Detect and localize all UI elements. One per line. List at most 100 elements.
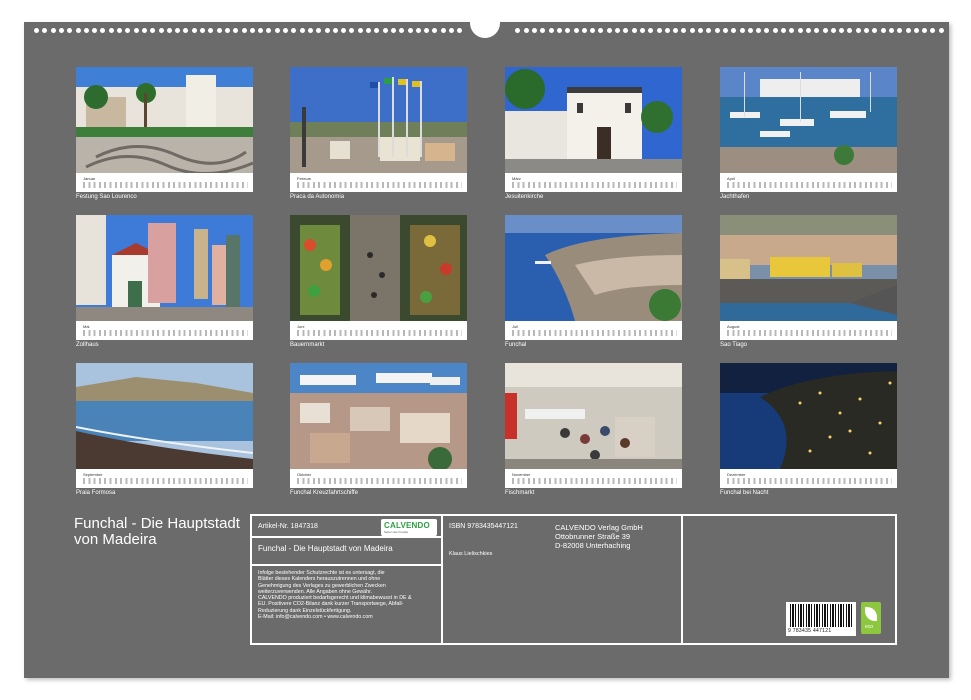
binding-hole [208,28,214,33]
binding-hole [830,28,836,33]
month-name: Juni [297,324,305,329]
day-numbers [297,330,462,336]
binding-hole [407,28,413,33]
binding-hole [573,28,579,33]
day-numbers [297,182,462,188]
legal-notice: Infolge bestehender Schutzrechte ist es … [258,570,438,620]
binding-hole [241,28,247,33]
day-numbers [512,330,677,336]
binding-hole [390,28,396,33]
binding-hole [283,28,288,33]
binding-hole [623,28,629,33]
binding-hole [58,28,64,33]
binding-hole [332,28,338,33]
binding-hole [864,28,869,33]
binding-hole [191,28,197,33]
binding-hole [374,28,380,33]
article-number: Artikel-Nr. 1847318 [258,523,318,530]
binding-hole [565,28,571,33]
eco-label: eco [865,624,874,630]
binding-hole [681,28,687,33]
calendar-grid: September [76,469,253,488]
photo-fort-yellow [720,215,897,321]
binding-hole [606,28,612,33]
month-name: August [727,324,740,329]
publisher-name: CALVENDO Verlag GmbH [555,523,643,532]
binding-hole [399,28,405,33]
leaf-icon [865,607,877,621]
binding-hole [797,28,803,33]
binding-hole [158,28,164,33]
divider [252,536,441,538]
calendar-grid: Dezember [720,469,897,488]
binding-hole [258,28,264,33]
month-panel-juli: Juli Funchal [505,215,682,348]
photo-fishmarket [505,363,682,469]
binding-hole [449,28,454,33]
binding-hole [457,28,463,33]
binding-hole [789,28,795,33]
divider [252,564,441,566]
binding-hole [756,28,762,33]
legal-line: E-Mail: info@calvendo.com • www.calvendo… [258,614,373,621]
binding-hole [515,28,521,33]
binding-hole [440,28,446,33]
binding-hole [772,28,778,33]
day-numbers [727,182,892,188]
day-numbers [512,478,677,484]
binding-hole [548,28,554,33]
binding-hole [839,28,845,33]
month-panel-mai: Mai Zollhaus [76,215,253,348]
binding-hole [117,28,122,33]
divider [681,516,683,643]
calendar-grid: April [720,173,897,192]
binding-hole [822,28,828,33]
photo-bay [505,215,682,321]
month-name: Mai [83,324,90,329]
photo-caption: Sao Tiago [720,342,748,348]
day-numbers [727,478,892,484]
photo-caption: Funchal Kreuzfahrtschiffe [290,490,358,496]
binding-hole [639,28,645,33]
binding-hole [133,28,139,33]
binding-hole [930,28,936,33]
month-name: November [512,472,531,477]
day-numbers [83,478,248,484]
binding-hole [67,28,73,33]
binding-hole [805,28,811,33]
barcode-bars [790,604,852,627]
calendar-sheet: Januar Festung Sao Lourenco Februar Prac… [24,12,949,678]
month-panel-april: April Jachthafen [720,67,897,200]
binding-hole [731,28,737,33]
day-numbers [83,182,248,188]
binding-hole [415,28,421,33]
binding-hole [631,28,637,33]
binding-hole [532,28,537,33]
binding-hole [581,28,587,33]
month-panel-oktober: Oktober Funchal Kreuzfahrtschiffe [290,363,467,496]
month-panel-dezember: Dezember Funchal bei Nacht [720,363,897,496]
calendar-grid: August [720,321,897,340]
author-name: Klaus Lielischkies [449,551,493,557]
binding-hole [224,28,230,33]
binding-hole [781,28,786,33]
binding-hole [249,28,255,33]
binding-hole [324,28,330,33]
binding-hole [615,28,620,33]
binding-hole [698,28,703,33]
binding-hole [42,28,48,33]
day-numbers [297,478,462,484]
calendar-grid: Oktober [290,469,467,488]
binding-hole [673,28,679,33]
binding-hole [540,28,546,33]
logo-text: CALVENDO [384,521,430,530]
binding-hole [847,28,853,33]
photo-caption: Praca da Autonomia [290,194,345,200]
photo-church [505,67,682,173]
binding-hole [233,28,239,33]
publisher-city: D-82008 Unterhaching [555,541,631,550]
calendar-grid: Mai [76,321,253,340]
month-name: Oktober [297,472,312,477]
binding-hole [689,28,695,33]
binding-hole [656,28,662,33]
